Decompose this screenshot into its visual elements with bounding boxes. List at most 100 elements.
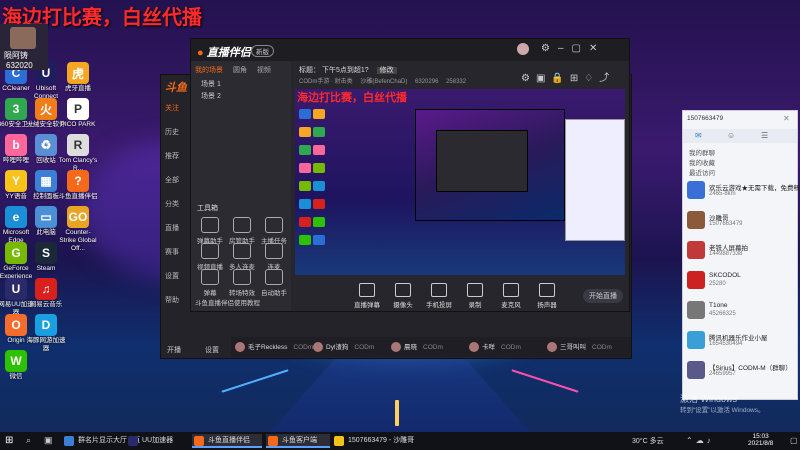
message-icon[interactable]: ✉ xyxy=(695,131,702,140)
nav-item[interactable]: 直播 xyxy=(165,223,179,233)
tutorial-link[interactable]: 斗鱼直播伴侣使用教程 xyxy=(195,297,260,307)
close-icon[interactable]: ✕ xyxy=(783,114,790,123)
tool-button[interactable]: 多人连麦 xyxy=(225,243,259,271)
start-icon[interactable]: ⊞ xyxy=(5,435,13,446)
preview-icon xyxy=(299,163,311,173)
contact-item[interactable]: 【Sirius】CODM-M（群聊） 24659957 xyxy=(687,361,795,381)
taskbar-app-label: 1507663479 - 沙雕哥 xyxy=(348,437,415,444)
notification-icon[interactable]: ▢ xyxy=(790,436,798,445)
tool-icon xyxy=(201,269,219,285)
section-my-groups[interactable]: 我的群聊 xyxy=(689,147,715,157)
contact-item[interactable]: 腾讯机器乐作业小屋 1654530494 xyxy=(687,331,795,351)
desktop-icon[interactable]: W 微信 xyxy=(0,350,36,381)
tool-button[interactable]: 弹幕助手 xyxy=(193,217,227,245)
desktop-icon[interactable]: R Tom Clancy's R... xyxy=(58,134,98,173)
tool-button[interactable]: 转场特效 xyxy=(225,269,259,297)
room-tool-icons[interactable]: ⚙▣🔒⊞♢⤴ xyxy=(521,69,615,84)
control-button[interactable]: 扬声器 xyxy=(529,283,565,309)
section-recent[interactable]: 最近访问 xyxy=(689,167,715,177)
preview-icon xyxy=(313,163,325,173)
app-icon: ▦ xyxy=(35,170,57,192)
version-badge[interactable]: 新版 xyxy=(251,45,274,57)
control-button[interactable]: 摄像头 xyxy=(385,283,421,309)
nav-item[interactable]: 设置 xyxy=(165,271,179,281)
avatar xyxy=(313,342,323,353)
streamer-card[interactable]: 毛子Reckless CODm xyxy=(235,341,313,353)
control-button[interactable]: 录制 xyxy=(457,283,493,309)
desktop-icon[interactable]: 虎虎牙直播 xyxy=(58,62,98,93)
nav-item[interactable]: 全部 xyxy=(165,175,179,185)
desktop-icon[interactable]: ♫ 网易云音乐 xyxy=(26,278,66,309)
nav-item[interactable]: 关注 xyxy=(165,103,179,113)
tray-icons[interactable]: ⌃☁♪ xyxy=(686,436,714,445)
nav-item[interactable]: 推荐 xyxy=(165,151,179,161)
streamer-name: 卡咩 xyxy=(482,344,495,351)
preview-title: 海边打比赛，白丝代播 xyxy=(297,92,407,104)
desktop-icon[interactable]: D 海豚网游加速器 xyxy=(26,314,66,353)
taskbar-app[interactable]: 斗鱼客户端 xyxy=(266,434,330,448)
live-preview[interactable]: 海边打比赛，白丝代播 xyxy=(295,89,625,275)
contact-item[interactable]: 沙雕哥 1507663479 xyxy=(687,211,795,231)
contact-item[interactable]: 欢乐云游戏★无需下载，免费畅玩 2465-8km xyxy=(687,181,800,201)
contact-icon[interactable]: ☺ xyxy=(727,131,735,140)
control-button[interactable]: 麦克风 xyxy=(493,283,529,309)
user-avatar[interactable] xyxy=(517,43,529,55)
streamer-card[interactable]: Dyl渣狗 CODm xyxy=(313,341,374,353)
contact-item[interactable]: 老铁人屏幕拍 1449887338 xyxy=(687,241,795,261)
scene-item[interactable]: 场景 2 xyxy=(201,91,221,101)
go-live-button[interactable]: 开始直播 xyxy=(583,289,623,303)
streamer-card[interactable]: 卡咩 CODm xyxy=(469,341,521,353)
nav-item[interactable]: 分类 xyxy=(165,199,179,209)
tool-button[interactable]: 弹幕 xyxy=(193,269,227,297)
footer-live-link[interactable]: 开播 xyxy=(167,345,181,355)
live-assistant-window[interactable]: ● 直播伴侣 新版 ⚙ – ▢ ✕ 我的场景 圆角 视频 场景 1 场景 2 工具箱 … xyxy=(190,38,630,312)
taskbar-app[interactable]: 斗鱼直播伴侣 xyxy=(192,434,262,448)
contact-item[interactable]: SKCODOL 25280 xyxy=(687,271,795,291)
tool-button[interactable]: 自动助手 xyxy=(257,269,291,297)
tab-video[interactable]: 视频 xyxy=(257,67,271,74)
minimize-icon[interactable]: – xyxy=(558,43,564,54)
tool-button[interactable]: 连麦 xyxy=(257,243,291,271)
close-icon[interactable]: ✕ xyxy=(589,43,597,54)
desktop-icon[interactable]: GO Counter-Strike Global Off... xyxy=(58,206,98,253)
tool-button[interactable]: 房管助手 xyxy=(225,217,259,245)
chat-window[interactable]: 1507663479 ✕ ✉ ☺ ☰ 我的群聊 我的收藏 最近访问 欢乐云游戏★… xyxy=(682,110,800,400)
search-input[interactable]: 1507663479 xyxy=(687,115,787,125)
desktop-icon[interactable]: P PICO PARK xyxy=(58,98,98,129)
tool-label: 弹幕 xyxy=(203,290,217,297)
weather[interactable]: 30°C 多云 xyxy=(632,436,664,446)
nav-item[interactable]: 赛事 xyxy=(165,247,179,257)
app-icon: R xyxy=(67,134,89,156)
control-button[interactable]: 直播弹幕 xyxy=(349,283,385,309)
streamer-card[interactable]: 三哥叫叫 CODm xyxy=(547,341,612,353)
nav-item[interactable]: 帮助 xyxy=(165,295,179,305)
tab-rounded[interactable]: 圆角 xyxy=(233,67,247,74)
tool-button[interactable]: 视频直播 xyxy=(193,243,227,271)
app-icon: GO xyxy=(67,206,89,228)
contact-item[interactable]: T1one 45266325 xyxy=(687,301,795,321)
app-icon: G xyxy=(5,242,27,264)
desktop-icon[interactable]: ? 斗鱼直播伴侣 xyxy=(58,170,98,201)
group-icon[interactable]: ☰ xyxy=(761,131,768,140)
edit-title-button[interactable]: 修改 xyxy=(376,67,397,74)
scene-item[interactable]: 场景 1 xyxy=(201,79,221,89)
taskbar-app[interactable]: 1507663479 - 沙雕哥 xyxy=(332,434,438,448)
streamer-name: 晨晓 xyxy=(404,344,417,351)
settings-icon[interactable]: ⚙ xyxy=(541,43,550,54)
section-favorites[interactable]: 我的收藏 xyxy=(689,157,715,167)
streamer-card[interactable]: 晨晓 CODm xyxy=(391,341,443,353)
search-icon[interactable]: ⌕ xyxy=(26,435,31,446)
nav-item[interactable]: 历史 xyxy=(165,127,179,137)
toolbox-label: 工具箱 xyxy=(197,205,218,212)
tool-button[interactable]: 主播任务 xyxy=(257,217,291,245)
footer-settings-link[interactable]: 设置 xyxy=(205,345,219,355)
maximize-icon[interactable]: ▢ xyxy=(572,43,581,54)
taskview-icon[interactable]: ▣ xyxy=(44,435,53,446)
clock[interactable]: 15:03 2021/8/8 xyxy=(748,433,773,447)
streamer-name: 陨阿铸 xyxy=(4,51,28,60)
contact-id: 25280 xyxy=(709,281,726,287)
contact-id: 1507663479 xyxy=(709,221,743,227)
preview-icon xyxy=(299,127,311,137)
tab-scenes[interactable]: 我的场景 xyxy=(195,67,223,74)
control-button[interactable]: 手机投屏 xyxy=(421,283,457,309)
